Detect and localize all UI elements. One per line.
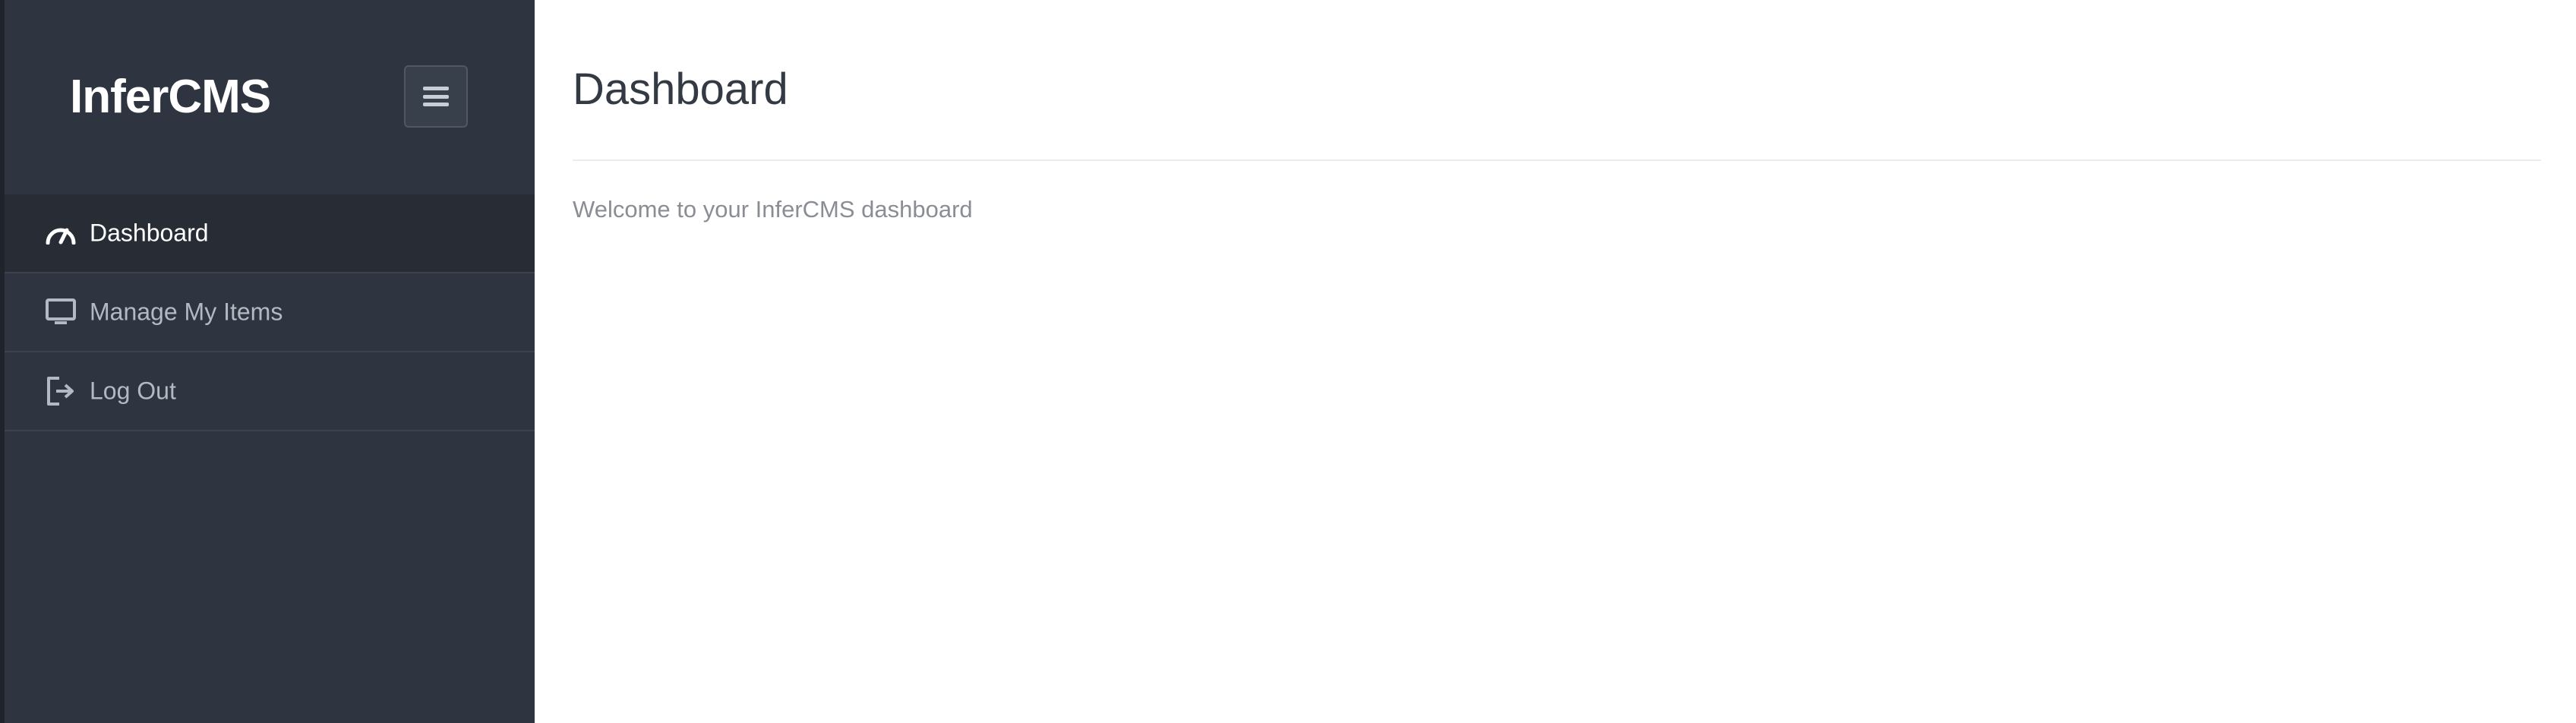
app-window: InferCMS Dashboard Manage My Items Log O…	[0, 0, 2576, 723]
menu-toggle-button[interactable]	[404, 65, 468, 128]
sidebar-item-manage-my-items[interactable]: Manage My Items	[5, 273, 535, 352]
sidebar-nav: Dashboard Manage My Items Log Out	[5, 194, 535, 431]
brand-logo[interactable]: InferCMS	[70, 67, 271, 128]
welcome-message: Welcome to your InferCMS dashboard	[573, 196, 973, 223]
main-content: Dashboard Welcome to your InferCMS dashb…	[535, 0, 2576, 723]
sidebar: InferCMS Dashboard Manage My Items Log O…	[5, 0, 535, 723]
sidebar-item-log-out[interactable]: Log Out	[5, 352, 535, 431]
sidebar-item-label: Log Out	[90, 377, 176, 405]
dashboard-gauge-icon	[44, 216, 77, 250]
sidebar-header: InferCMS	[5, 0, 535, 194]
sidebar-item-label: Dashboard	[90, 219, 209, 247]
title-divider	[573, 159, 2541, 161]
page-title: Dashboard	[573, 65, 788, 114]
hamburger-menu-icon	[423, 87, 449, 106]
monitor-icon	[44, 295, 77, 329]
sign-out-icon	[44, 374, 77, 408]
sidebar-item-dashboard[interactable]: Dashboard	[5, 194, 535, 273]
sidebar-item-label: Manage My Items	[90, 298, 283, 326]
